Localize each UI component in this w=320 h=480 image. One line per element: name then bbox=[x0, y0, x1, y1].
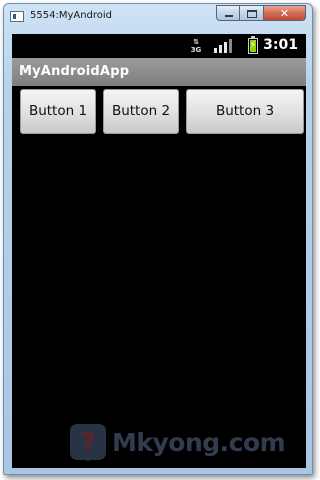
watermark-text: Mkyong.com bbox=[112, 427, 286, 457]
app-title-bar: MyAndroidApp bbox=[12, 58, 306, 86]
minimize-button[interactable] bbox=[216, 5, 240, 21]
emulator-app-icon bbox=[10, 11, 24, 22]
maximize-button[interactable] bbox=[240, 5, 264, 21]
window-controls: ✕ bbox=[216, 5, 306, 21]
network-3g-icon: ⇅ 3G bbox=[190, 38, 202, 55]
button-row: Button 1 Button 2 Button 3 bbox=[12, 87, 306, 135]
status-clock: 3:01 bbox=[263, 37, 298, 53]
signal-strength-icon bbox=[214, 39, 232, 53]
window-titlebar[interactable]: 5554:MyAndroid ✕ bbox=[4, 4, 312, 30]
data-activity-icon: ⇅ bbox=[193, 38, 199, 46]
device-screen: ⇅ 3G ⚡ 3:01 MyAndroidApp Button 1 Button… bbox=[12, 34, 306, 468]
button-1[interactable]: Button 1 bbox=[20, 89, 96, 134]
close-icon: ✕ bbox=[279, 7, 290, 20]
watermark: ? Mkyong.com bbox=[70, 422, 286, 462]
minimize-icon bbox=[225, 15, 233, 17]
window-title: 5554:MyAndroid bbox=[30, 10, 113, 21]
button-3[interactable]: Button 3 bbox=[186, 89, 304, 134]
status-bar: ⇅ 3G ⚡ 3:01 bbox=[12, 34, 306, 58]
button-2[interactable]: Button 2 bbox=[103, 89, 179, 134]
network-type-label: 3G bbox=[190, 46, 202, 54]
emulator-window: 5554:MyAndroid ✕ ⇅ 3G ⚡ 3:01 MyAndroidAp… bbox=[3, 3, 313, 475]
close-button[interactable]: ✕ bbox=[264, 5, 306, 21]
maximize-icon bbox=[247, 10, 257, 18]
watermark-logo-icon: ? bbox=[70, 424, 106, 460]
app-title: MyAndroidApp bbox=[19, 64, 130, 79]
battery-charging-icon: ⚡ bbox=[248, 36, 258, 54]
